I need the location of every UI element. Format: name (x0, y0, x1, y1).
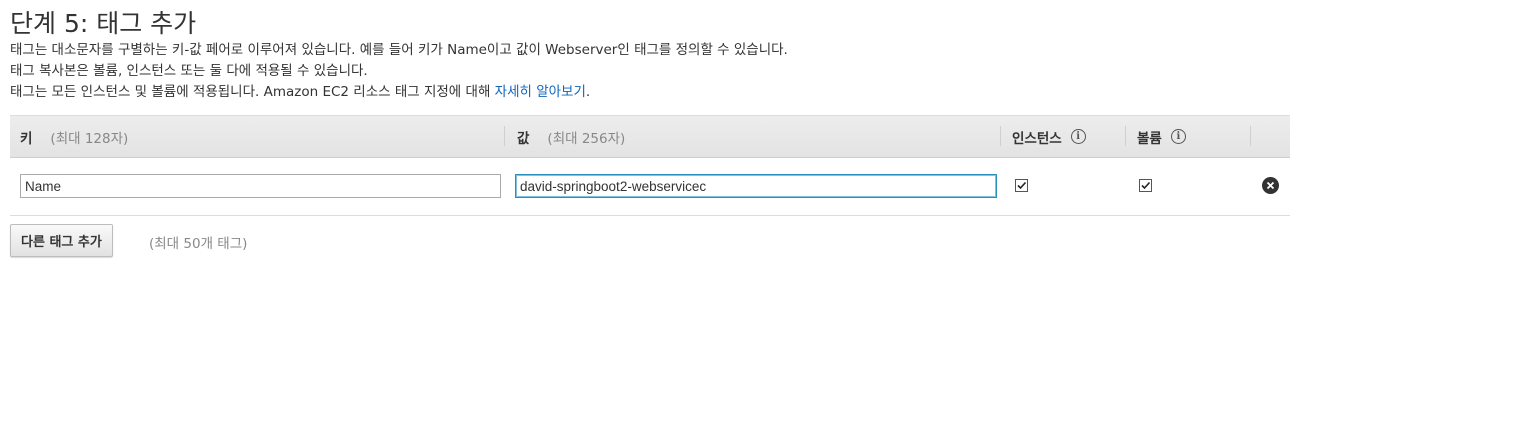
tag-limit-hint: (최대 50개 태그) (149, 236, 248, 252)
info-icon[interactable]: i (1070, 129, 1086, 144)
checkmark-icon (1017, 181, 1027, 190)
column-divider (1125, 126, 1126, 146)
tag-table: 키 (최대 128자) 값 (최대 256자) 인스턴스 i 볼륨 i (10, 115, 1290, 216)
table-row (10, 158, 1290, 216)
tag-key-input[interactable] (20, 174, 501, 198)
volumes-checkbox[interactable] (1139, 179, 1152, 192)
checkmark-icon (1141, 181, 1151, 190)
key-header-hint: (최대 128자) (50, 130, 129, 147)
instances-header-label: 인스턴스 (1012, 130, 1062, 147)
learn-more-link[interactable]: 자세히 알아보기 (495, 84, 586, 100)
value-header-hint: (최대 256자) (547, 130, 626, 147)
instances-checkbox[interactable] (1015, 179, 1028, 192)
description-line-2: 태그 복사본은 볼륨, 인스턴스 또는 둘 다에 적용될 수 있습니다. (10, 63, 368, 79)
description-line-3-suffix: . (585, 84, 591, 100)
value-column-header: 값 (최대 256자) (517, 116, 625, 157)
description-line-1: 태그는 대소문자를 구별하는 키-값 페어로 이루어져 있습니다. 예를 들어 … (10, 42, 788, 58)
value-header-label: 값 (517, 130, 530, 147)
instances-column-header: 인스턴스 i (1012, 116, 1086, 157)
info-icon[interactable]: i (1170, 129, 1186, 144)
description-line-3: 태그는 모든 인스턴스 및 볼륨에 적용됩니다. Amazon EC2 리소스 … (10, 82, 1290, 103)
add-tag-button[interactable]: 다른 태그 추가 (10, 224, 113, 257)
volumes-column-header: 볼륨 i (1137, 116, 1186, 157)
tag-value-input[interactable] (515, 174, 997, 198)
key-column-header: 키 (최대 128자) (20, 116, 128, 157)
column-divider (1000, 126, 1001, 146)
close-icon (1266, 181, 1275, 190)
description-line-3-text: 태그는 모든 인스턴스 및 볼륨에 적용됩니다. Amazon EC2 리소스 … (10, 84, 495, 100)
page-title: 단계 5: 태그 추가 (10, 9, 197, 38)
table-footer: 다른 태그 추가 (최대 50개 태그) (10, 224, 1290, 268)
column-divider (1250, 126, 1251, 146)
tag-table-header: 키 (최대 128자) 값 (최대 256자) 인스턴스 i 볼륨 i (10, 115, 1290, 158)
volumes-header-label: 볼륨 (1137, 130, 1162, 147)
remove-tag-icon[interactable] (1262, 177, 1279, 194)
tag-step-page: 단계 5: 태그 추가 태그는 대소문자를 구별하는 키-값 페어로 이루어져 … (10, 0, 1290, 268)
key-header-label: 키 (20, 130, 33, 147)
column-divider (504, 126, 505, 146)
